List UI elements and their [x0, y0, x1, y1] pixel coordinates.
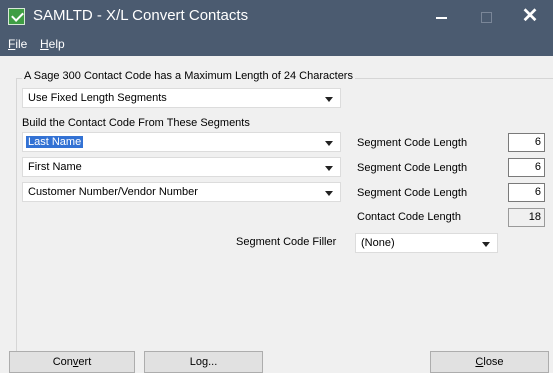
title-bar: SAMLTD - X/L Convert Contacts ✕: [0, 0, 553, 33]
dialog-content: A Sage 300 Contact Code has a Maximum Le…: [0, 56, 553, 373]
log-button[interactable]: Log...: [144, 351, 263, 373]
contact-code-length-label: Contact Code Length: [357, 211, 461, 223]
segment-2-select[interactable]: First Name: [22, 157, 341, 177]
segment-1-length-input[interactable]: 6: [508, 133, 545, 152]
convert-button[interactable]: Convert: [9, 351, 135, 373]
segment-3-select[interactable]: Customer Number/Vendor Number: [22, 182, 341, 202]
filler-label: Segment Code Filler: [236, 236, 337, 248]
close-window-button[interactable]: ✕: [511, 0, 549, 33]
segment-2-length-label: Segment Code Length: [357, 162, 468, 174]
chevron-down-icon: [325, 166, 333, 171]
segment-3-length-label: Segment Code Length: [357, 187, 468, 199]
filler-select[interactable]: (None): [355, 233, 498, 253]
menu-bar: File Help: [0, 33, 553, 56]
menu-help[interactable]: Help: [40, 37, 65, 51]
window-title: SAMLTD - X/L Convert Contacts: [33, 7, 249, 24]
app-icon: [8, 8, 25, 25]
minimize-button[interactable]: [423, 0, 461, 33]
menu-file[interactable]: File: [8, 37, 27, 51]
build-label: Build the Contact Code From These Segmen…: [22, 117, 250, 129]
segment-1-length-label: Segment Code Length: [357, 137, 468, 149]
segment-1-select[interactable]: Last Name: [22, 132, 341, 152]
chevron-down-icon: [325, 191, 333, 196]
chevron-down-icon: [325, 97, 333, 102]
segment-3-length-input[interactable]: 6: [508, 183, 545, 202]
group-title: A Sage 300 Contact Code has a Maximum Le…: [22, 70, 355, 82]
chevron-down-icon: [325, 141, 333, 146]
maximize-button[interactable]: [467, 0, 505, 33]
segment-2-length-input[interactable]: 6: [508, 158, 545, 177]
contact-code-length-value: 18: [508, 208, 545, 227]
chevron-down-icon: [482, 242, 490, 247]
close-icon: ✕: [521, 5, 539, 27]
close-button[interactable]: Close: [430, 351, 549, 373]
segment-mode-select[interactable]: Use Fixed Length Segments: [22, 88, 341, 108]
